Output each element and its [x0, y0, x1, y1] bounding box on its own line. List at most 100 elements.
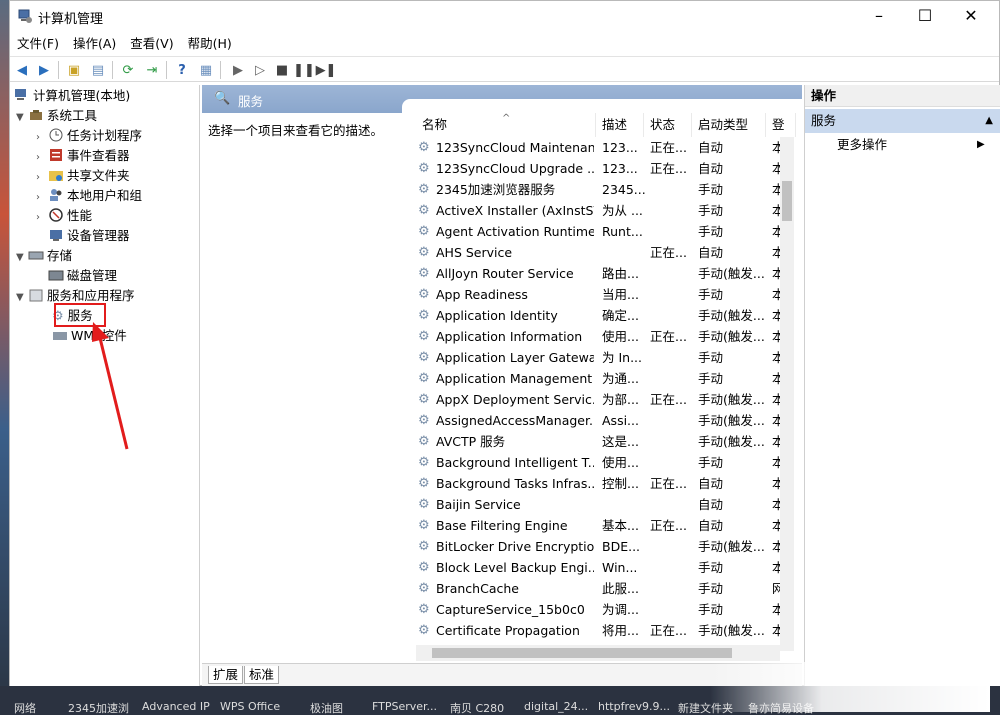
taskbar-item[interactable]: digital_24...	[524, 700, 588, 713]
export-list-icon[interactable]: ⇥	[142, 60, 162, 80]
table-row[interactable]: ⚙ Application Layer Gatewa... 为 In... 手动本	[416, 347, 796, 368]
table-row[interactable]: ⚙ Application Management 为通... 手动本	[416, 368, 796, 389]
taskbar-item[interactable]: 极油图	[310, 700, 343, 715]
vertical-scrollbar[interactable]	[780, 137, 794, 651]
taskbar-item[interactable]: FTPServer...	[372, 700, 437, 713]
table-row[interactable]: ⚙ Background Tasks Infras... 控制... 正在... 自动本	[416, 473, 796, 494]
table-cell: 正在...	[650, 392, 687, 407]
back-icon[interactable]: ◀	[12, 60, 32, 80]
table-row[interactable]: ⚙ Block Level Backup Engi... Win... 手动本	[416, 557, 796, 578]
table-cell: 手动(触发...	[698, 539, 765, 554]
show-hide-tree-icon[interactable]: ▤	[88, 60, 108, 80]
service-gear-icon: ⚙	[418, 266, 430, 281]
table-row[interactable]: ⚙ Application Information 使用... 正在... 手动(触发.…	[416, 326, 796, 347]
taskbar-item[interactable]: httpfrev9.9...	[598, 700, 670, 713]
table-cell: 正在...	[650, 245, 687, 260]
tab-standard[interactable]: 标准	[244, 666, 280, 684]
table-row[interactable]: ⚙ App Readiness 当用... 手动本	[416, 284, 796, 305]
table-row[interactable]: ⚙ 123SyncCloud Upgrade ... 123... 正在... 自动本	[416, 158, 796, 179]
chevron-down-icon[interactable]: ▼	[16, 248, 28, 268]
tree-shared-folders[interactable]: › 共享文件夹	[36, 166, 130, 186]
menu-file[interactable]: 文件(F)	[10, 33, 66, 55]
table-cell: 自动	[698, 476, 724, 491]
service-gear-icon: ⚙	[418, 539, 430, 554]
col-name[interactable]: 名称 ^	[416, 113, 596, 137]
table-cell: 使用...	[602, 329, 639, 344]
col-status[interactable]: 状态	[644, 113, 692, 137]
col-description[interactable]: 描述	[596, 113, 644, 137]
minimize-button[interactable]: –	[856, 1, 902, 31]
table-cell: 123SyncCloud Maintenan...	[436, 140, 594, 155]
chevron-right-icon[interactable]: ›	[36, 148, 48, 168]
taskbar-item[interactable]: 网络	[14, 700, 36, 715]
tree-root[interactable]: 计算机管理(本地)	[14, 86, 130, 106]
search-icon: 🔍	[214, 91, 231, 106]
more-actions[interactable]: 更多操作 ▶	[837, 135, 985, 155]
service-gear-icon: ⚙	[418, 392, 430, 407]
chevron-down-icon[interactable]: ▼	[16, 288, 28, 308]
table-row[interactable]: ⚙ Application Identity 确定... 手动(触发... 本	[416, 305, 796, 326]
table-row[interactable]: ⚙ Base Filtering Engine 基本... 正在... 自动本	[416, 515, 796, 536]
chevron-right-icon[interactable]: ›	[36, 168, 48, 188]
table-cell: 正在...	[650, 329, 687, 344]
service-gear-icon: ⚙	[418, 371, 430, 386]
table-cell: App Readiness	[436, 287, 528, 302]
table-row[interactable]: ⚙ AHS Service 正在... 自动本	[416, 242, 796, 263]
taskbar-item[interactable]: Advanced IP	[142, 700, 210, 713]
refresh-icon[interactable]: ⟳	[118, 60, 138, 80]
computer-management-window: 计算机管理 – ☐ ✕ 文件(F) 操作(A) 查看(V) 帮助(H) ◀ ▶ ▣ ▤…	[9, 0, 1000, 687]
table-row[interactable]: ⚙ Baijin Service 自动本	[416, 494, 796, 515]
tree-performance[interactable]: › 性能	[36, 206, 92, 226]
stop-service-icon[interactable]: ■	[272, 60, 292, 80]
table-row[interactable]: ⚙ CaptureService_15b0c0 为调... 手动本	[416, 599, 796, 620]
forward-icon[interactable]: ▶	[34, 60, 54, 80]
tree-disk-management[interactable]: 磁盘管理	[48, 266, 117, 286]
tab-extended[interactable]: 扩展	[208, 666, 244, 684]
table-row[interactable]: ⚙ AssignedAccessManager... Assi... 手动(触发...…	[416, 410, 796, 431]
chevron-right-icon[interactable]: ›	[36, 128, 48, 148]
taskbar-item[interactable]: 南贝 C280	[450, 700, 504, 715]
menu-view[interactable]: 查看(V)	[123, 33, 180, 55]
up-folder-icon[interactable]: ▣	[64, 60, 84, 80]
table-row[interactable]: ⚙ 2345加速浏览器服务 2345... 手动本	[416, 179, 796, 200]
tree-event-viewer[interactable]: › 事件查看器	[36, 146, 130, 166]
table-row[interactable]: ⚙ ActiveX Installer (AxInstSV) 为从 ... 手动本	[416, 200, 796, 221]
chevron-right-icon[interactable]: ›	[36, 208, 48, 228]
horizontal-scrollbar[interactable]	[416, 645, 780, 661]
col-startup-type[interactable]: 启动类型	[692, 113, 766, 137]
table-cell: 手动	[698, 455, 724, 470]
table-row[interactable]: ⚙ AppX Deployment Servic... 为部... 正在... 手动(触…	[416, 389, 796, 410]
menu-action[interactable]: 操作(A)	[66, 33, 123, 55]
actions-section-services[interactable]: 服务 ▲	[805, 109, 1000, 133]
table-cell: 自动	[698, 518, 724, 533]
table-row[interactable]: ⚙ 123SyncCloud Maintenan... 123... 正在... 自动本	[416, 137, 796, 158]
table-row[interactable]: ⚙ Background Intelligent T... 使用... 手动本	[416, 452, 796, 473]
table-row[interactable]: ⚙ Certificate Propagation 将用... 正在... 手动(触发.…	[416, 620, 796, 641]
tree-system-tools[interactable]: ▼ 系统工具	[16, 106, 97, 126]
table-row[interactable]: ⚙ AVCTP 服务 这是... 手动(触发... 本	[416, 431, 796, 452]
tree-local-users[interactable]: › 本地用户和组	[36, 186, 142, 206]
close-button[interactable]: ✕	[948, 1, 994, 31]
tree-storage[interactable]: ▼ 存储	[16, 246, 72, 266]
tree-wmi[interactable]: WMI 控件	[52, 326, 127, 346]
tree-task-scheduler[interactable]: › 任务计划程序	[36, 126, 142, 146]
start-service-alt-icon[interactable]: ▷	[250, 60, 270, 80]
table-row[interactable]: ⚙ BranchCache 此服... 手动网	[416, 578, 796, 599]
help-icon[interactable]: ?	[172, 60, 192, 80]
table-row[interactable]: ⚙ AllJoyn Router Service 路由... 手动(触发... 本	[416, 263, 796, 284]
menu-help[interactable]: 帮助(H)	[181, 33, 239, 55]
taskbar-item[interactable]: 2345加速浏	[68, 700, 129, 715]
chevron-right-icon[interactable]: ›	[36, 188, 48, 208]
maximize-button[interactable]: ☐	[902, 1, 948, 31]
tree-device-manager[interactable]: 设备管理器	[48, 226, 130, 246]
table-row[interactable]: ⚙ BitLocker Drive Encryptio... BDE... 手动(触发…	[416, 536, 796, 557]
col-logon[interactable]: 登	[766, 113, 796, 137]
start-service-icon[interactable]: ▶	[228, 60, 248, 80]
taskbar-item[interactable]: WPS Office	[220, 700, 280, 713]
restart-service-icon[interactable]: ▶❚	[316, 60, 337, 80]
pause-service-icon[interactable]: ❚❚	[293, 60, 315, 80]
table-row[interactable]: ⚙ Agent Activation Runtime... Runt... 手动本	[416, 221, 796, 242]
table-cell: 正在...	[650, 140, 687, 155]
properties-icon[interactable]: ▦	[196, 60, 216, 80]
chevron-down-icon[interactable]: ▼	[16, 108, 28, 128]
